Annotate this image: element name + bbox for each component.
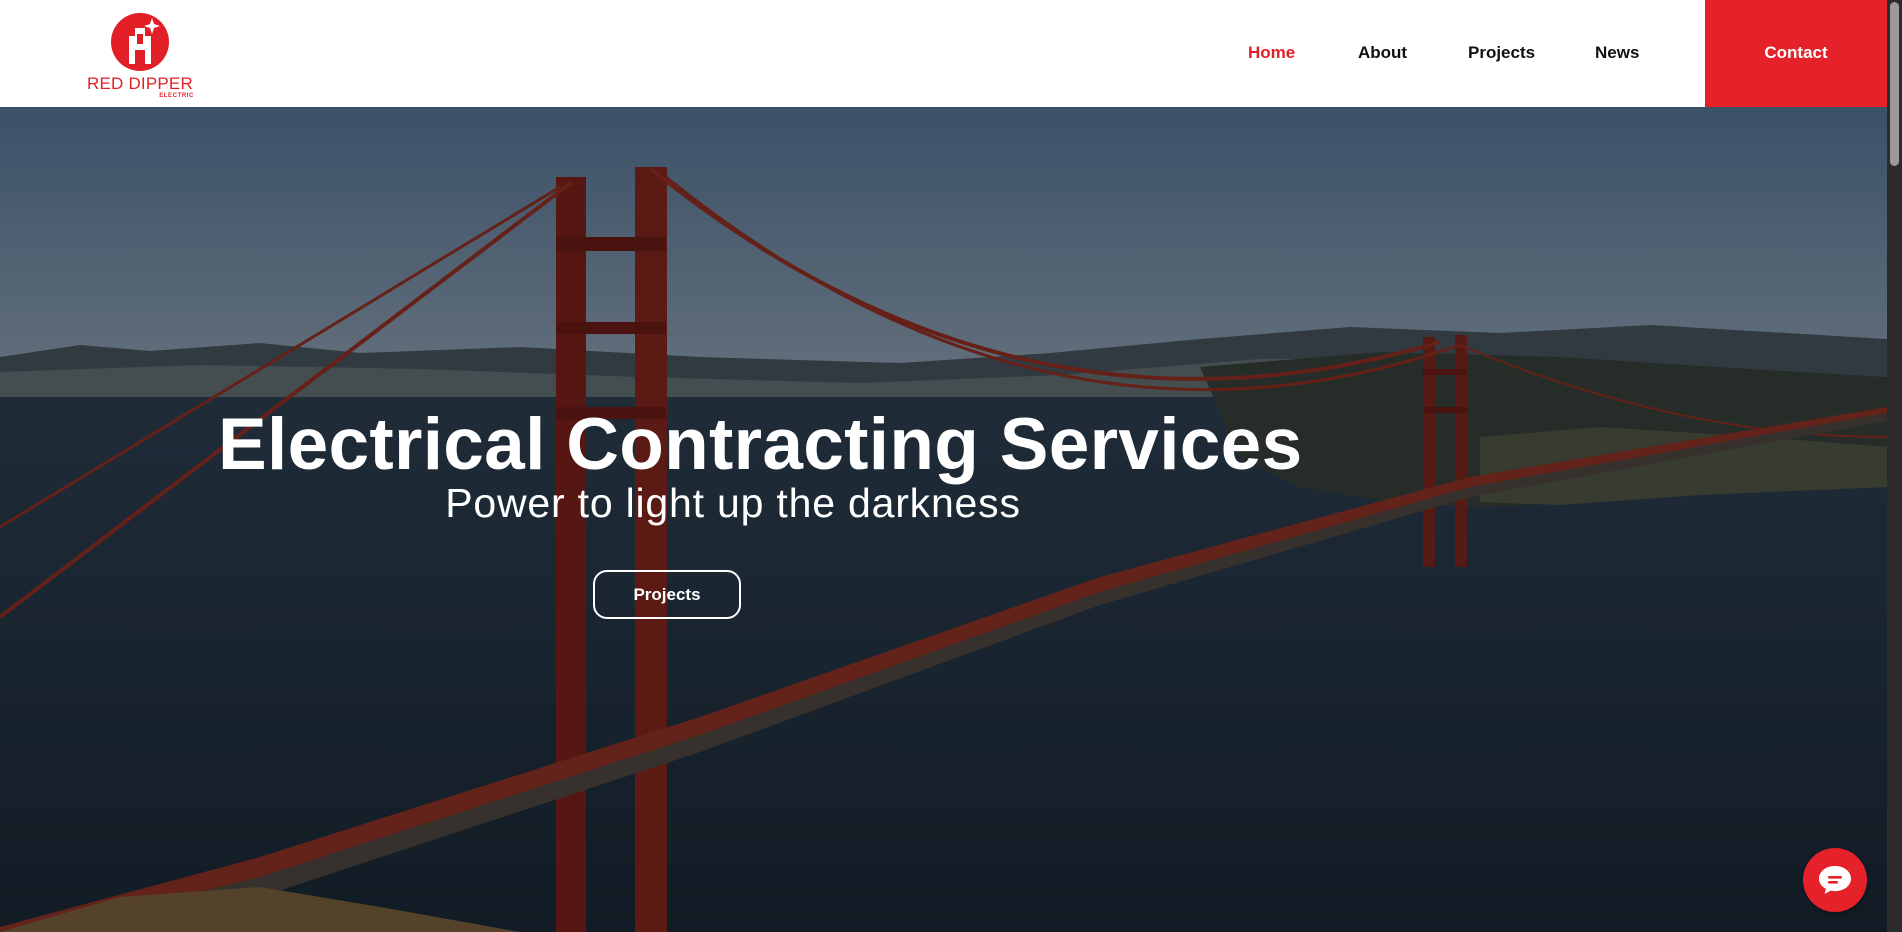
logo-link[interactable]: RED DIPPER ELECTRIC xyxy=(84,10,196,102)
chat-button[interactable] xyxy=(1803,848,1867,912)
nav-home[interactable]: Home xyxy=(1248,0,1295,107)
nav-news[interactable]: News xyxy=(1595,0,1639,107)
page-scrollbar[interactable] xyxy=(1887,0,1902,932)
nav-projects[interactable]: Projects xyxy=(1468,0,1535,107)
hero-title: Electrical Contracting Services xyxy=(218,404,1303,485)
hero-subtitle: Power to light up the darkness xyxy=(445,480,1021,526)
nav-contact-button[interactable]: Contact xyxy=(1705,0,1887,107)
logo-icon xyxy=(111,13,169,71)
chat-bubble-icon xyxy=(1819,866,1851,894)
scrollbar-thumb[interactable] xyxy=(1890,2,1899,166)
nav-about[interactable]: About xyxy=(1358,0,1407,107)
projects-button[interactable]: Projects xyxy=(593,570,741,619)
logo-name: RED DIPPER xyxy=(87,74,193,93)
hero-section: Electrical Contracting Services Power to… xyxy=(0,107,1887,932)
logo-subtext: ELECTRIC xyxy=(159,93,194,99)
site-header: RED DIPPER ELECTRIC Home About Projects … xyxy=(0,0,1887,107)
